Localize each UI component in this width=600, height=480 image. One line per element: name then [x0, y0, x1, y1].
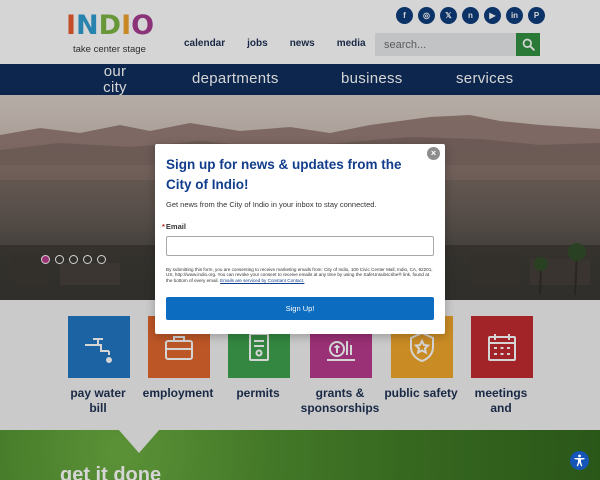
- close-icon[interactable]: ×: [427, 147, 440, 160]
- accessibility-button[interactable]: [570, 451, 589, 470]
- email-field[interactable]: [166, 236, 434, 256]
- modal-subtitle: Get news from the City of Indio in your …: [166, 200, 377, 209]
- accessibility-icon: [574, 454, 585, 467]
- email-label-text: Email: [165, 222, 186, 231]
- sign-up-button[interactable]: Sign Up!: [166, 297, 434, 320]
- newsletter-signup-modal: × Sign up for news & updates from the Ci…: [155, 144, 445, 334]
- email-label: *Email: [162, 222, 186, 231]
- constant-contact-link[interactable]: Emails are serviced by Constant Contact.: [220, 278, 304, 283]
- modal-title: Sign up for news & updates from the City…: [166, 157, 402, 192]
- required-mark: *: [162, 222, 165, 231]
- consent-text: By submitting this form, you are consent…: [166, 267, 434, 283]
